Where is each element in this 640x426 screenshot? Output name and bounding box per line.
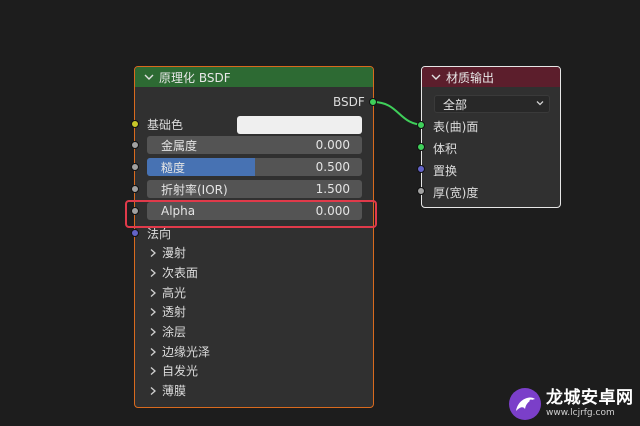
- chevron-right-icon: [148, 366, 158, 376]
- section-label: 透射: [162, 305, 187, 319]
- chevron-right-icon: [148, 248, 158, 258]
- metallic-socket[interactable]: [131, 141, 139, 149]
- normal-socket[interactable]: [131, 229, 139, 237]
- metallic-value: 0.000: [315, 138, 350, 152]
- chevron-down-icon: [535, 97, 545, 111]
- bsdf-node-header[interactable]: 原理化 BSDF: [135, 67, 373, 87]
- chevron-down-icon[interactable]: [143, 71, 155, 83]
- ior-label: 折射率(IOR): [161, 182, 228, 197]
- displacement-label: 置换: [433, 164, 458, 178]
- volume-socket[interactable]: [417, 143, 425, 151]
- section-coat[interactable]: 涂层: [148, 323, 186, 340]
- ior-socket[interactable]: [131, 185, 139, 193]
- section-subsurface[interactable]: 次表面: [148, 264, 198, 281]
- roughness-socket[interactable]: [131, 163, 139, 171]
- roughness-value: 0.500: [315, 160, 350, 174]
- chevron-down-icon[interactable]: [430, 71, 442, 83]
- metallic-field[interactable]: 金属度 0.000: [147, 136, 362, 154]
- section-thin-film[interactable]: 薄膜: [148, 382, 186, 399]
- bsdf-output-label: BSDF: [333, 95, 365, 109]
- alpha-highlight-box: [125, 200, 377, 228]
- surface-label: 表(曲)面: [433, 120, 479, 134]
- section-label: 边缘光泽: [162, 345, 211, 359]
- section-label: 漫射: [162, 246, 187, 260]
- chevron-right-icon: [148, 307, 158, 317]
- section-label: 涂层: [162, 325, 187, 339]
- base-color-socket[interactable]: [131, 120, 139, 128]
- target-dropdown-value: 全部: [443, 97, 468, 112]
- roughness-label: 糙度: [161, 160, 186, 175]
- dragon-logo-icon: [509, 388, 541, 420]
- output-node-title: 材质输出: [446, 70, 495, 85]
- watermark: 龙城安卓网 www.lcjrfg.com: [508, 384, 640, 424]
- chevron-right-icon: [148, 268, 158, 278]
- chevron-right-icon: [148, 347, 158, 357]
- section-sheen[interactable]: 边缘光泽: [148, 343, 210, 360]
- section-label: 次表面: [162, 266, 199, 280]
- chevron-right-icon: [148, 386, 158, 396]
- section-diffuse[interactable]: 漫射: [148, 244, 186, 261]
- bsdf-node-title: 原理化 BSDF: [159, 70, 231, 85]
- section-label: 高光: [162, 286, 187, 300]
- ior-value: 1.500: [315, 182, 350, 196]
- chevron-right-icon: [148, 288, 158, 298]
- section-specular[interactable]: 高光: [148, 284, 186, 301]
- chevron-right-icon: [148, 327, 158, 337]
- section-emission[interactable]: 自发光: [148, 362, 198, 379]
- base-color-swatch[interactable]: [237, 116, 362, 134]
- roughness-slider[interactable]: 糙度 0.500: [147, 158, 362, 176]
- target-dropdown[interactable]: 全部: [434, 95, 550, 113]
- volume-label: 体积: [433, 142, 458, 156]
- metallic-label: 金属度: [161, 138, 198, 153]
- displacement-socket[interactable]: [417, 165, 425, 173]
- base-color-label: 基础色: [147, 118, 184, 132]
- section-label: 薄膜: [162, 384, 187, 398]
- watermark-url: www.lcjrfg.com: [546, 408, 615, 418]
- ior-field[interactable]: 折射率(IOR) 1.500: [147, 180, 362, 198]
- section-label: 自发光: [162, 364, 199, 378]
- output-node-header[interactable]: 材质输出: [422, 67, 560, 87]
- watermark-title: 龙城安卓网: [546, 388, 634, 408]
- thickness-socket[interactable]: [417, 187, 425, 195]
- section-transmission[interactable]: 透射: [148, 303, 186, 320]
- thickness-label: 厚(宽)度: [433, 186, 479, 200]
- bsdf-output-socket[interactable]: [369, 98, 377, 106]
- node-editor-canvas[interactable]: 原理化 BSDF BSDF 基础色 金属度 0.000 糙度 0.500 折射率…: [0, 0, 640, 426]
- surface-socket[interactable]: [417, 121, 425, 129]
